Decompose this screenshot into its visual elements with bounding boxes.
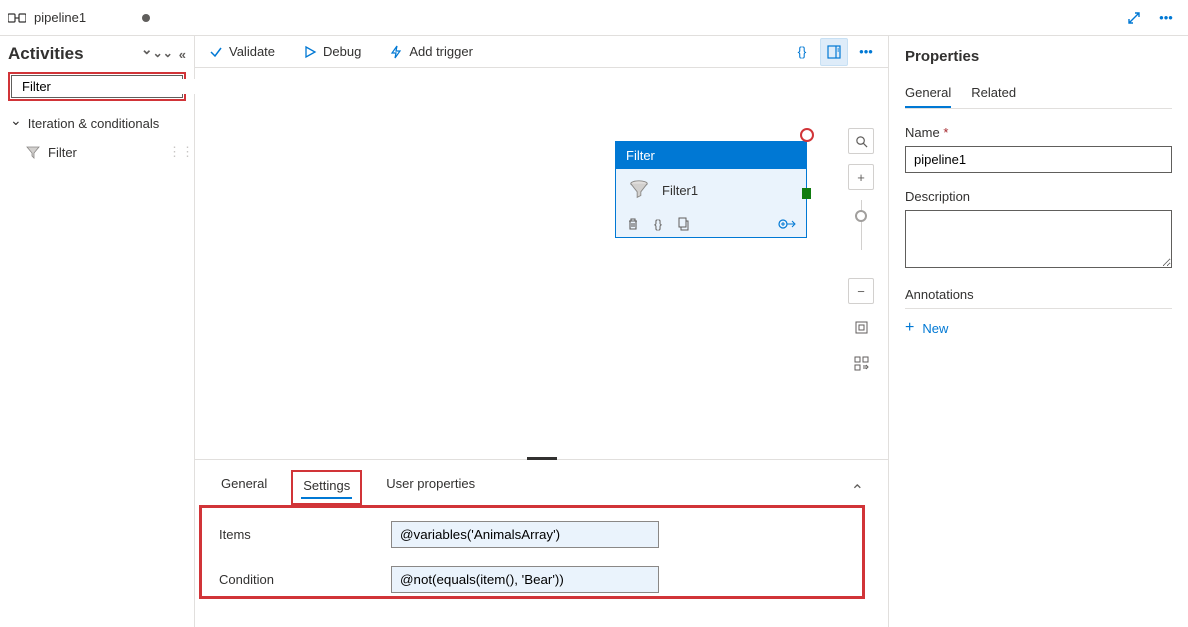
node-expand-icon[interactable]	[778, 217, 796, 231]
properties-toggle-icon[interactable]	[820, 38, 848, 66]
chevron-down-icon	[10, 115, 22, 132]
name-input[interactable]	[905, 146, 1172, 173]
filter-activity-node[interactable]: Filter Filter1 {}	[615, 141, 807, 238]
zoom-out-button[interactable]: −	[848, 278, 874, 304]
node-name: Filter1	[662, 183, 698, 198]
properties-heading: Properties	[905, 48, 1172, 65]
prop-tab-general[interactable]: General	[905, 79, 951, 108]
zoom-in-button[interactable]: +	[848, 164, 874, 190]
canvas-tools: + −	[848, 128, 874, 376]
node-type-label: Filter	[616, 142, 806, 169]
expand-icon[interactable]	[1120, 4, 1148, 32]
plus-icon: +	[905, 319, 914, 337]
properties-panel: Properties General Related Name * Descri…	[888, 36, 1188, 627]
prop-tab-related[interactable]: Related	[971, 79, 1016, 108]
zoom-slider-handle[interactable]	[855, 210, 867, 222]
canvas-toolbar: Validate Debug Add trigger {} •••	[195, 36, 888, 68]
drag-grip-icon: ⋮⋮	[168, 144, 176, 160]
settings-highlight-box	[199, 505, 865, 599]
filter-icon	[26, 145, 40, 159]
layout-button[interactable]	[848, 350, 874, 376]
tab-settings[interactable]: Settings	[301, 476, 352, 499]
description-input[interactable]	[905, 210, 1172, 268]
add-annotation-button[interactable]: + New	[905, 313, 1172, 343]
add-trigger-button[interactable]: Add trigger	[383, 40, 479, 63]
topbar: pipeline1 •••	[0, 0, 1188, 36]
delete-icon[interactable]	[626, 217, 640, 231]
toolbar-more-icon[interactable]: •••	[852, 38, 880, 66]
description-label: Description	[905, 189, 1172, 204]
more-icon[interactable]: •••	[1152, 4, 1180, 32]
canvas-search-button[interactable]	[848, 128, 874, 154]
activities-sidebar: Activities ⌄⌄ Iteration & conditionals F…	[0, 36, 195, 627]
collapse-all-icon[interactable]: ⌄⌄	[141, 44, 173, 64]
validation-error-icon	[800, 128, 814, 142]
clone-icon[interactable]	[676, 217, 690, 231]
validate-button[interactable]: Validate	[203, 40, 281, 63]
collapse-panel-icon[interactable]	[851, 478, 864, 498]
unsaved-indicator-icon	[142, 14, 150, 22]
zoom-slider-track	[861, 200, 862, 250]
activities-search-input[interactable]	[22, 79, 198, 94]
pipeline-icon	[8, 11, 26, 25]
name-label: Name *	[905, 125, 1172, 140]
bottom-panel: General Settings User properties Items C…	[195, 459, 888, 627]
debug-button[interactable]: Debug	[297, 40, 367, 63]
tab-general[interactable]: General	[219, 470, 269, 505]
tab-settings-highlight: Settings	[291, 470, 362, 505]
activities-heading: Activities ⌄⌄	[8, 44, 186, 64]
search-highlight-box	[8, 72, 186, 101]
code-view-icon[interactable]: {}	[788, 38, 816, 66]
activity-item-filter[interactable]: Filter ⋮⋮	[8, 138, 186, 166]
annotations-label: Annotations	[905, 287, 1172, 302]
panel-resize-handle[interactable]	[527, 457, 557, 460]
content-area: Validate Debug Add trigger {} •••	[195, 36, 888, 627]
pipeline-canvas[interactable]: Filter Filter1 {} +	[195, 68, 888, 459]
collapse-sidebar-icon[interactable]	[179, 44, 186, 64]
pipeline-title: pipeline1	[34, 10, 86, 25]
section-iteration-conditionals[interactable]: Iteration & conditionals	[8, 109, 186, 138]
node-code-icon[interactable]: {}	[654, 217, 662, 231]
tab-user-properties[interactable]: User properties	[384, 470, 477, 505]
filter-icon	[628, 179, 650, 201]
fit-screen-button[interactable]	[848, 314, 874, 340]
